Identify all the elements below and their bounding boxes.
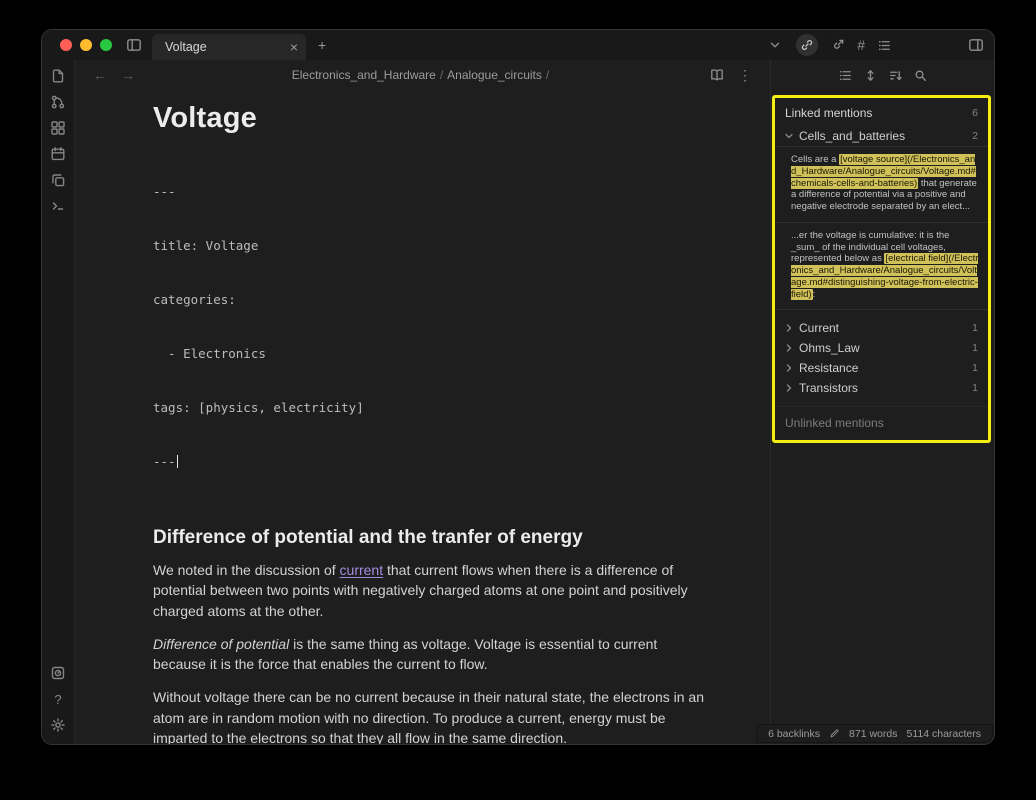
backlink-group-transistors[interactable]: Transistors 1 — [775, 378, 988, 398]
linked-mentions-count: 6 — [972, 107, 978, 119]
backlink-count-status: 6 backlinks — [768, 728, 820, 740]
obsidian-window: Voltage × + # — [42, 30, 994, 744]
terminal-icon[interactable] — [49, 197, 67, 215]
chevron-right-icon — [784, 343, 794, 353]
paragraph: Without voltage there can be no current … — [153, 687, 709, 744]
status-bar: 6 backlinks 871 words 5114 characters — [756, 724, 993, 743]
chevron-down-icon — [784, 131, 794, 141]
linked-mentions-label: Linked mentions — [785, 106, 872, 120]
calendar-icon[interactable] — [49, 145, 67, 163]
frontmatter-line: - Electronics — [153, 345, 709, 363]
section-heading: Difference of potential and the tranfer … — [153, 527, 709, 549]
text-em: Difference of potential — [153, 636, 289, 652]
frontmatter-line: --- — [153, 453, 709, 471]
backlink-group-count: 2 — [972, 130, 978, 142]
paragraph: We noted in the discussion of current th… — [153, 560, 709, 621]
backlinks-panel-header — [771, 60, 994, 90]
show-more-context-icon[interactable] — [863, 68, 878, 83]
tab-close-icon[interactable]: × — [290, 40, 298, 54]
sort-order-icon[interactable] — [888, 68, 903, 83]
backlink-group-cells-and-batteries[interactable]: Cells_and_batteries 2 — [775, 126, 988, 146]
tab-voltage[interactable]: Voltage × — [152, 34, 306, 60]
help-icon[interactable]: ? — [49, 690, 67, 708]
text-run: : — [813, 289, 816, 300]
breadcrumb-separator: / — [542, 68, 553, 82]
frontmatter-line: title: Voltage — [153, 237, 709, 255]
traffic-lights — [60, 39, 112, 51]
outgoing-links-tab-icon[interactable] — [830, 38, 845, 53]
frontmatter-block[interactable]: --- title: Voltage categories: - Electro… — [153, 147, 709, 507]
backlink-group-label: Resistance — [799, 361, 858, 375]
outline-tab-icon[interactable] — [877, 38, 892, 53]
frontmatter-line: --- — [153, 183, 709, 201]
files-icon[interactable] — [49, 67, 67, 85]
ribbon: ? — [42, 60, 75, 744]
backlink-group-count: 1 — [972, 322, 978, 334]
backlink-snippet[interactable]: ...er the voltage is cumulative: it is t… — [775, 222, 988, 310]
unlinked-mentions-label: Unlinked mentions — [785, 416, 884, 430]
close-window-button[interactable] — [60, 39, 72, 51]
linked-mentions-header[interactable]: Linked mentions 6 — [775, 98, 988, 126]
backlinks-tab-icon[interactable] — [796, 34, 818, 56]
backlink-group-label: Cells_and_batteries — [799, 129, 905, 143]
annotation-highlight: Linked mentions 6 Cells_and_batteries 2 … — [772, 95, 991, 443]
frontmatter-line: tags: [physics, electricity] — [153, 399, 709, 417]
toggle-right-sidebar-icon[interactable] — [968, 37, 984, 53]
chevron-right-icon — [784, 363, 794, 373]
edit-mode-pencil-icon[interactable] — [829, 728, 840, 739]
paragraph: Difference of potential is the same thin… — [153, 634, 709, 675]
snippet-list: Cells are a [voltage source](/Electronic… — [775, 146, 988, 310]
character-count-status: 5114 characters — [906, 728, 981, 740]
new-tab-button[interactable]: + — [318, 38, 326, 52]
backlink-group-ohms-law[interactable]: Ohms_Law 1 — [775, 338, 988, 358]
templates-icon[interactable] — [49, 171, 67, 189]
breadcrumb: Electronics_and_Hardware/Analogue_circui… — [75, 68, 770, 82]
backlink-group-label: Current — [799, 321, 839, 335]
backlinks-panel: Linked mentions 6 Cells_and_batteries 2 … — [770, 60, 994, 744]
text-run: We noted in the discussion of — [153, 562, 340, 578]
canvas-icon[interactable] — [49, 119, 67, 137]
backlink-group-count: 1 — [972, 342, 978, 354]
note-title: Voltage — [153, 102, 709, 135]
view-header: ← → Electronics_and_Hardware/Analogue_ci… — [75, 60, 770, 90]
backlink-snippet[interactable]: Cells are a [voltage source](/Electronic… — [775, 146, 988, 222]
minimize-window-button[interactable] — [80, 39, 92, 51]
editor[interactable]: Voltage --- title: Voltage categories: -… — [75, 90, 770, 744]
backlink-group-label: Ohms_Law — [799, 341, 860, 355]
text-run: Cells are a — [791, 154, 839, 165]
backlink-group-count: 1 — [972, 382, 978, 394]
backlink-group-current[interactable]: Current 1 — [775, 318, 988, 338]
titlebar: Voltage × + # — [42, 30, 994, 60]
collapse-results-icon[interactable] — [838, 68, 853, 83]
settings-gear-icon[interactable] — [49, 716, 67, 734]
toggle-left-sidebar-icon[interactable] — [126, 37, 142, 53]
breadcrumb-separator: / — [436, 68, 447, 82]
word-count-status: 871 words — [849, 728, 897, 740]
vault-switcher-icon[interactable] — [49, 664, 67, 682]
zoom-window-button[interactable] — [100, 39, 112, 51]
chevron-right-icon — [784, 323, 794, 333]
backlink-group-count: 1 — [972, 362, 978, 374]
main-pane: ← → Electronics_and_Hardware/Analogue_ci… — [75, 60, 770, 744]
unlinked-mentions-header[interactable]: Unlinked mentions — [775, 406, 988, 440]
backlink-group-resistance[interactable]: Resistance 1 — [775, 358, 988, 378]
chevron-right-icon — [784, 383, 794, 393]
text-cursor — [177, 455, 179, 468]
breadcrumb-folder[interactable]: Electronics_and_Hardware — [292, 68, 436, 82]
graph-view-icon[interactable] — [49, 93, 67, 111]
text-link[interactable]: current — [340, 562, 384, 578]
frontmatter-line: categories: — [153, 291, 709, 309]
search-icon[interactable] — [913, 68, 928, 83]
backlink-group-label: Transistors — [799, 381, 858, 395]
tags-tab-icon[interactable]: # — [857, 38, 865, 52]
tab-list-icon[interactable] — [768, 38, 782, 52]
tab-title: Voltage — [165, 40, 290, 54]
breadcrumb-subfolder[interactable]: Analogue_circuits — [447, 68, 542, 82]
